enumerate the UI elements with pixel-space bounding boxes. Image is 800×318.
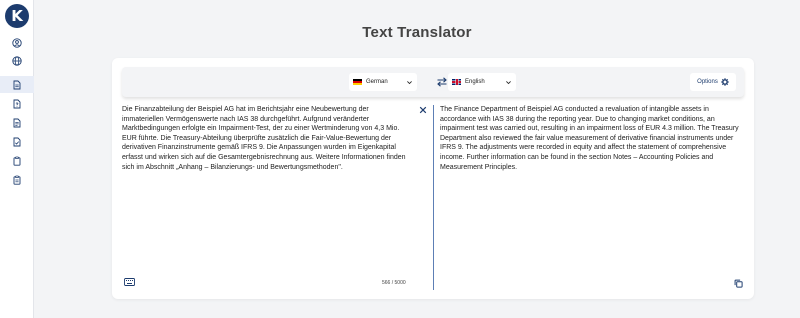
source-pane: Die Finanzabteilung der Beispiel AG hat … (122, 105, 433, 290)
sidebar-item-document-review[interactable] (0, 133, 34, 150)
translated-text-output: The Finance Department of Beispiel AG co… (440, 106, 739, 171)
gear-icon (721, 78, 729, 86)
chevron-down-icon (506, 80, 511, 84)
sidebar-item-document-help[interactable] (0, 95, 34, 112)
sidebar-item-document-translation[interactable] (0, 114, 34, 131)
clear-text-button[interactable] (418, 105, 428, 115)
keyboard-button[interactable] (124, 278, 135, 286)
translator-card: German English Options Die Finanzabteilu… (112, 58, 754, 299)
document-icon (13, 80, 21, 89)
sidebar-item-text-translator[interactable] (0, 76, 34, 93)
sidebar-item-clipboard-list[interactable] (0, 171, 34, 188)
close-icon (419, 106, 427, 114)
source-text-input[interactable]: Die Finanzabteilung der Beispiel AG hat … (122, 105, 412, 172)
sidebar-item-account[interactable] (0, 34, 34, 51)
chevron-down-icon (407, 80, 412, 84)
globe-icon (12, 55, 22, 66)
user-circle-icon (12, 37, 22, 48)
options-label: Options (697, 79, 718, 85)
language-toolbar: German English Options (122, 67, 744, 97)
german-flag-icon (353, 79, 362, 85)
document-text-icon (13, 118, 21, 127)
document-check-icon (13, 137, 21, 146)
clipboard-icon (13, 156, 21, 166)
swap-icon (437, 77, 447, 87)
clipboard-list-icon (13, 175, 21, 185)
source-language-select[interactable]: German (349, 73, 417, 91)
page-title: Text Translator (362, 24, 472, 41)
swap-languages-button[interactable] (435, 75, 449, 89)
character-count: 566 / 5000 (382, 280, 406, 286)
keyboard-icon (124, 278, 135, 286)
copy-icon (734, 279, 743, 288)
sidebar: K (0, 0, 34, 318)
uk-flag-icon (452, 79, 461, 85)
document-question-icon (13, 99, 21, 108)
sidebar-item-language[interactable] (0, 52, 34, 69)
target-language-label: English (465, 79, 485, 85)
sidebar-item-clipboard[interactable] (0, 152, 34, 169)
app-logo[interactable]: K (5, 4, 29, 28)
options-button[interactable]: Options (690, 73, 736, 91)
pane-divider (433, 105, 434, 290)
source-language-label: German (366, 79, 388, 85)
target-pane: The Finance Department of Beispiel AG co… (440, 105, 745, 290)
copy-translation-button[interactable] (733, 278, 743, 288)
target-language-select[interactable]: English (448, 73, 516, 91)
